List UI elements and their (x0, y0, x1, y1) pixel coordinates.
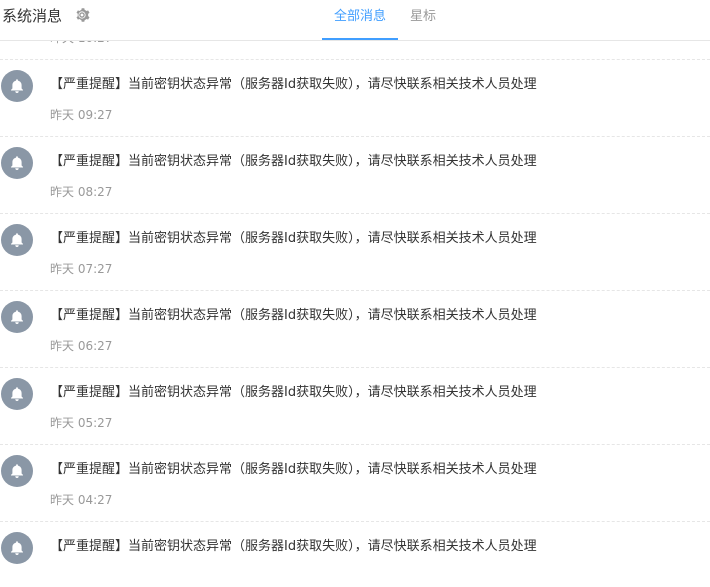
message-text[interactable]: 【严重提醒】当前密钥状态异常（服务器Id获取失败），请尽快联系相关技术人员处理 (50, 153, 537, 171)
message-list[interactable]: 昨天 10:27 【严重提醒】当前密钥状态异常（服务器Id获取失败），请尽快联系相… (0, 41, 710, 587)
message-time: 昨天 05:27 (50, 416, 113, 430)
message-time: 昨天 09:27 (50, 108, 113, 122)
gear-icon[interactable] (74, 7, 90, 23)
tab-starred[interactable]: 星标 (398, 0, 448, 40)
message-time: 昨天 06:27 (50, 339, 113, 353)
message-item[interactable]: 【严重提醒】当前密钥状态异常（服务器Id获取失败），请尽快联系相关技术人员处理昨… (0, 291, 710, 368)
page-title: 系统消息 (2, 7, 63, 25)
bell-icon (1, 147, 33, 179)
bell-icon (1, 378, 33, 410)
message-item[interactable]: 【严重提醒】当前密钥状态异常（服务器Id获取失败），请尽快联系相关技术人员处理昨… (0, 445, 710, 522)
bell-icon (1, 70, 33, 102)
message-time: 昨天 07:27 (50, 262, 113, 276)
tab-all-messages[interactable]: 全部消息 (322, 0, 399, 40)
bell-icon (1, 532, 33, 564)
bell-icon (1, 455, 33, 487)
message-text[interactable]: 【严重提醒】当前密钥状态异常（服务器Id获取失败），请尽快联系相关技术人员处理 (50, 307, 537, 325)
message-text[interactable]: 【严重提醒】当前密钥状态异常（服务器Id获取失败），请尽快联系相关技术人员处理 (50, 461, 537, 479)
message-item[interactable]: 【严重提醒】当前密钥状态异常（服务器Id获取失败），请尽快联系相关技术人员处理昨… (0, 214, 710, 291)
message-time: 昨天 04:27 (50, 493, 113, 507)
header: 系统消息 全部消息 星标 (0, 0, 710, 41)
bell-icon (1, 301, 33, 333)
message-time: 昨天 08:27 (50, 185, 113, 199)
bell-icon (1, 224, 33, 256)
message-time: 昨天 10:27 (50, 41, 112, 46)
message-item[interactable]: 【严重提醒】当前密钥状态异常（服务器Id获取失败），请尽快联系相关技术人员处理昨… (0, 137, 710, 214)
message-item[interactable]: 【严重提醒】当前密钥状态异常（服务器Id获取失败），请尽快联系相关技术人员处理昨… (0, 368, 710, 445)
message-text[interactable]: 【严重提醒】当前密钥状态异常（服务器Id获取失败），请尽快联系相关技术人员处理 (50, 230, 537, 248)
message-text[interactable]: 【严重提醒】当前密钥状态异常（服务器Id获取失败），请尽快联系相关技术人员处理 (50, 384, 537, 402)
message-item[interactable]: 昨天 10:27 (0, 41, 710, 60)
message-text[interactable]: 【严重提醒】当前密钥状态异常（服务器Id获取失败），请尽快联系相关技术人员处理 (50, 76, 537, 94)
message-item[interactable]: 【严重提醒】当前密钥状态异常（服务器Id获取失败），请尽快联系相关技术人员处理 (0, 522, 710, 587)
tab-bar: 全部消息 星标 (322, 0, 448, 40)
message-item[interactable]: 【严重提醒】当前密钥状态异常（服务器Id获取失败），请尽快联系相关技术人员处理昨… (0, 60, 710, 137)
message-text[interactable]: 【严重提醒】当前密钥状态异常（服务器Id获取失败），请尽快联系相关技术人员处理 (50, 538, 537, 556)
